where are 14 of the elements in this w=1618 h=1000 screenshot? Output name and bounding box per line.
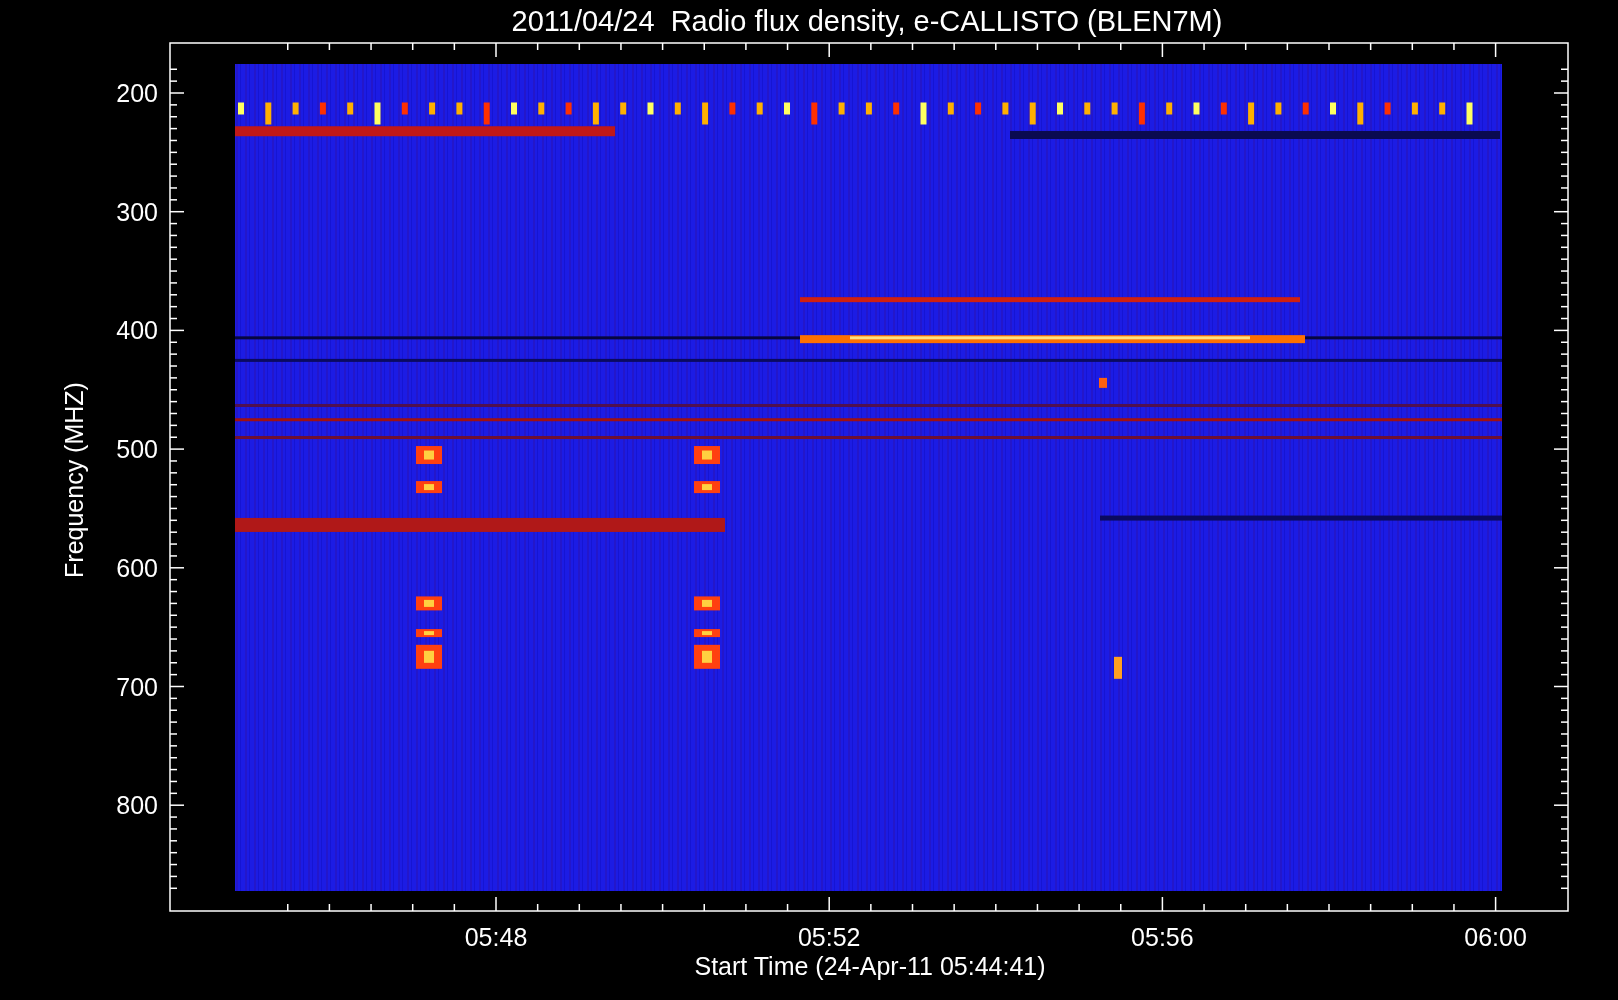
x-axis-label: Start Time (24-Apr-11 05:44:41) [694,952,1046,980]
x-tick-label: 05:52 [797,923,861,951]
y-tick-label: 600 [116,553,158,582]
y-tick-label: 500 [116,435,158,464]
y-axis-label: Frequency (MHZ) [60,382,88,578]
y-tick-label: 300 [116,197,158,226]
y-tick-label: 800 [116,791,158,820]
y-tick-label: 400 [116,316,158,345]
plot-title: 2011/04/24 Radio flux density, e-CALLISTO (BLEN7M) [511,5,1223,37]
x-tick-label: 05:56 [1131,923,1194,951]
y-tick-label: 700 [116,672,158,701]
y-tick-label: 200 [116,79,158,107]
x-tick-label: 05:48 [464,923,528,951]
x-tick-label: 06:00 [1464,923,1527,951]
